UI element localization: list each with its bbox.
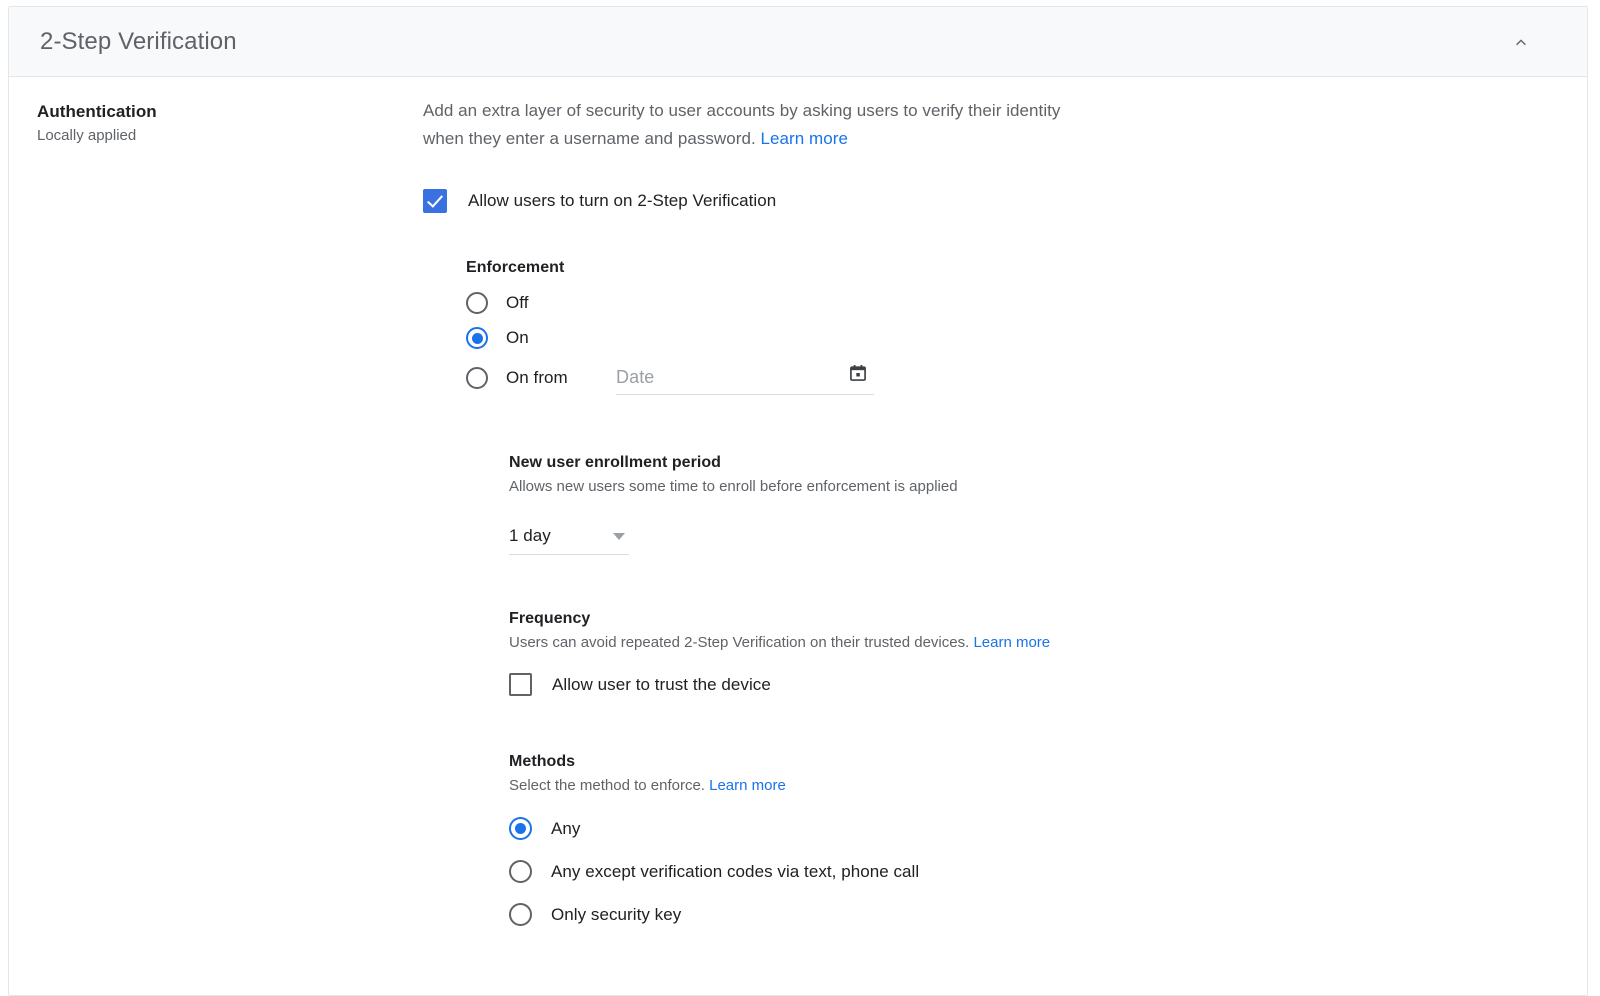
enforcement-label-on-from: On from	[506, 367, 568, 387]
page-title: 2-Step Verification	[40, 27, 237, 55]
methods-radio-only-security-key[interactable]	[509, 903, 532, 926]
trust-device-row[interactable]: Allow user to trust the device	[509, 673, 1543, 696]
enrollment-section: New user enrollment period Allows new us…	[509, 452, 1543, 555]
allow-users-row[interactable]: Allow users to turn on 2-Step Verificati…	[423, 189, 1543, 213]
enforcement-section: Enforcement Off On On from Date	[466, 257, 1543, 395]
page-root: 2-Step Verification Authentication Local…	[0, 0, 1600, 996]
enforcement-radio-off[interactable]	[466, 292, 488, 314]
description-text: Add an extra layer of security to user a…	[423, 97, 1103, 153]
methods-option-only-security-key[interactable]: Only security key	[509, 903, 1543, 926]
methods-label-only-security-key: Only security key	[551, 904, 682, 924]
methods-heading: Methods	[509, 753, 576, 770]
card-header: 2-Step Verification	[9, 7, 1587, 77]
locally-applied-label: Locally applied	[37, 127, 137, 144]
two-step-verification-card: 2-Step Verification Authentication Local…	[8, 6, 1588, 996]
methods-subtitle-text: Select the method to enforce.	[509, 777, 705, 794]
enforcement-option-off[interactable]: Off	[466, 292, 1543, 314]
enforcement-label-off: Off	[506, 293, 529, 312]
frequency-subtitle-text: Users can avoid repeated 2-Step Verifica…	[509, 634, 970, 651]
enforcement-radio-on-from[interactable]	[466, 366, 488, 389]
enrollment-heading: New user enrollment period	[509, 454, 722, 471]
methods-option-any-except-codes[interactable]: Any except verification codes via text, …	[509, 860, 1543, 883]
card-body: Authentication Locally applied Add an ex…	[9, 77, 1587, 926]
methods-subtitle: Select the method to enforce. Learn more	[509, 775, 1543, 797]
methods-learn-more-link[interactable]: Learn more	[709, 777, 786, 794]
allow-users-checkbox[interactable]	[423, 189, 447, 213]
description-body: Add an extra layer of security to user a…	[423, 101, 1061, 148]
left-column: Authentication Locally applied	[37, 101, 377, 146]
enrollment-period-select[interactable]: 1 day	[509, 518, 629, 555]
caret-down-icon	[613, 532, 625, 540]
methods-label-any-except-codes: Any except verification codes via text, …	[551, 861, 920, 881]
enforcement-radio-on[interactable]	[466, 327, 488, 349]
enforcement-date-field[interactable]: Date	[616, 360, 874, 395]
enforcement-option-on-from[interactable]: On from Date	[466, 360, 1543, 395]
description-learn-more-link[interactable]: Learn more	[761, 129, 848, 148]
methods-section: Methods Select the method to enforce. Le…	[509, 751, 1543, 926]
methods-option-any[interactable]: Any	[509, 817, 1543, 840]
methods-radio-any-except-codes[interactable]	[509, 860, 532, 883]
frequency-section: Frequency Users can avoid repeated 2-Ste…	[509, 608, 1543, 696]
right-column: Add an extra layer of security to user a…	[423, 97, 1543, 926]
enrollment-period-value: 1 day	[509, 526, 551, 545]
enforcement-label-on: On	[506, 328, 529, 347]
trust-device-label: Allow user to trust the device	[552, 674, 771, 694]
methods-radio-any[interactable]	[509, 817, 532, 840]
frequency-subtitle: Users can avoid repeated 2-Step Verifica…	[509, 632, 1543, 654]
methods-label-any: Any	[551, 818, 581, 838]
enrollment-subtitle: Allows new users some time to enroll bef…	[509, 478, 958, 495]
authentication-heading: Authentication	[37, 102, 157, 121]
collapse-panel-button[interactable]	[1507, 28, 1535, 56]
enforcement-heading: Enforcement	[466, 259, 565, 276]
allow-users-label: Allow users to turn on 2-Step Verificati…	[468, 191, 777, 210]
trust-device-checkbox[interactable]	[509, 673, 532, 696]
frequency-learn-more-link[interactable]: Learn more	[973, 634, 1050, 651]
calendar-icon[interactable]	[848, 363, 868, 383]
date-placeholder: Date	[616, 366, 655, 387]
chevron-up-icon	[1516, 38, 1526, 45]
frequency-heading: Frequency	[509, 610, 591, 627]
enforcement-option-on[interactable]: On	[466, 327, 1543, 349]
